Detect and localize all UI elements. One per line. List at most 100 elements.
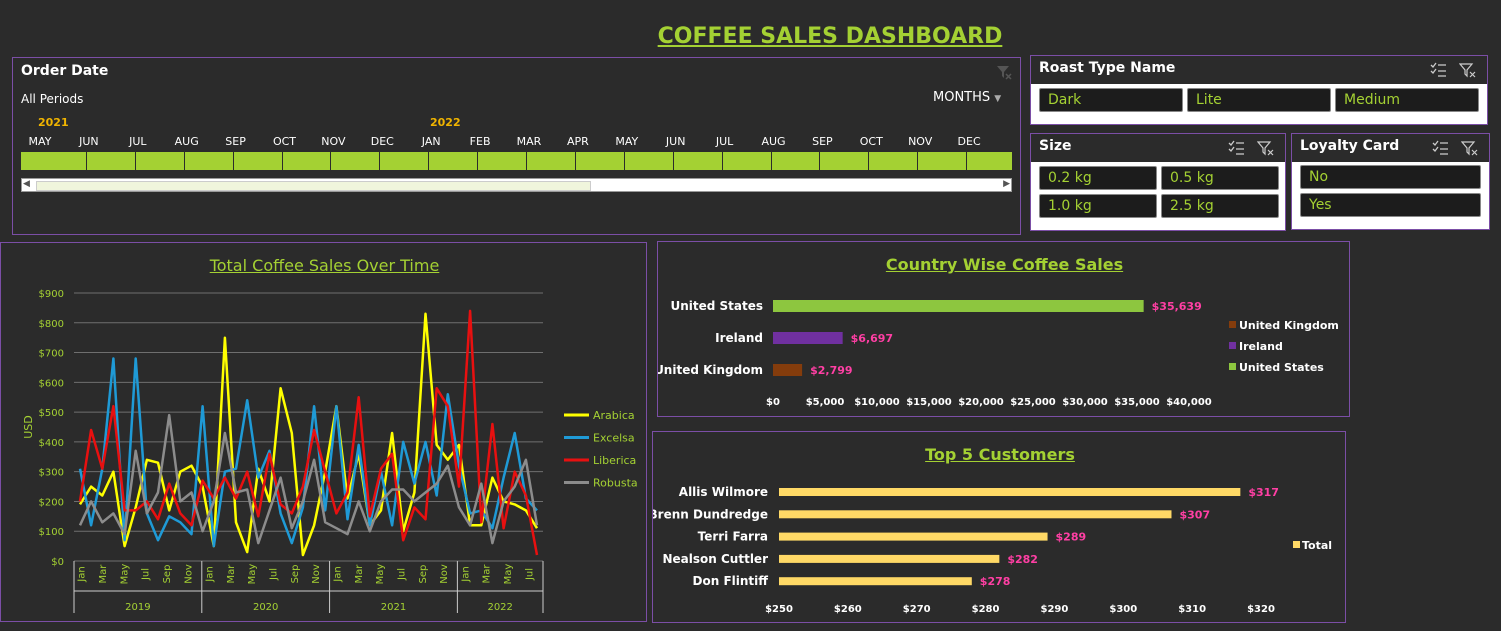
timeline-month-separator [917,152,919,170]
data-label: $2,799 [810,364,852,377]
timeline-month-separator [379,152,381,170]
scroll-left-icon[interactable]: ◀ [23,179,30,189]
bar [773,364,803,376]
x-year-label: 2019 [125,602,150,613]
x-tick-label: $250 [765,604,793,615]
legend-label: United States [1239,361,1324,374]
bar [779,554,1000,563]
bar [779,577,972,586]
x-year-label: 2020 [253,602,278,613]
timeline-month-separator [477,152,479,170]
category-label: Don Flintiff [693,574,769,588]
loyalty-card-slicer: Loyalty Card No Yes [1291,133,1490,230]
x-tick-label: $15,000 [906,397,952,408]
chevron-down-icon: ▼ [994,94,1002,104]
x-tick-label: $290 [1041,604,1069,615]
y-axis-label: USD [22,415,35,439]
timeline-month-label: JUN [79,135,99,148]
clear-filter-icon[interactable] [996,64,1012,80]
timeline-month-label: MAY [615,135,639,148]
series-line-robusta [78,413,539,545]
timeline-month-label: MAY [28,135,52,148]
x-tick-label: Nov [439,564,450,584]
y-tick-label: $100 [39,527,64,538]
timeline-month-separator [134,152,136,170]
legend-label: Liberica [593,454,636,467]
timeline-month-separator [232,152,234,170]
slicer-title: Loyalty Card [1300,138,1400,154]
x-tick-label: $5,000 [806,397,845,408]
category-label: Nealson Cuttler [663,552,769,566]
x-tick-label: $300 [1109,604,1137,615]
x-tick-label: Mar [354,564,365,584]
data-label: $35,639 [1152,300,1202,313]
timeline-month-label: SEP [812,135,833,148]
clear-filter-icon[interactable] [1257,140,1275,156]
timeline-month-separator [770,152,772,170]
timeline-scrollbar[interactable]: ◀ ▶ [21,178,1012,192]
category-label: United States [670,299,763,313]
legend-label: Arabica [593,409,635,422]
timeline-month-label: SEP [225,135,246,148]
x-tick-label: Mar [226,564,237,584]
x-tick-label: Jul [269,568,280,581]
timeline-month-separator [574,152,576,170]
timeline-month-label: OCT [272,135,297,148]
x-tick-label: Jul [396,568,407,581]
timeline-periods-label: All Periods [21,92,84,106]
x-tick-label: $260 [834,604,862,615]
scroll-right-icon[interactable]: ▶ [1003,179,1010,189]
x-tick-label: Nov [311,564,322,584]
y-tick-label: $200 [39,497,64,508]
x-tick-label: Mar [98,564,109,584]
x-tick-label: $270 [903,604,931,615]
legend-swatch [1229,342,1236,349]
slicer-item-dark[interactable]: Dark [1039,88,1183,112]
slicer-item-yes[interactable]: Yes [1300,193,1481,217]
slicer-item-0-2kg[interactable]: 0.2 kg [1039,166,1157,190]
slicer-body: 0.2 kg 0.5 kg 1.0 kg 2.5 kg [1031,162,1285,230]
slicer-item-1-0kg[interactable]: 1.0 kg [1039,194,1157,218]
timeline-month-label: AUG [761,135,786,148]
y-tick-label: $800 [39,319,64,330]
x-tick-label: $0 [766,397,780,408]
category-label: Brenn Dundredge [653,507,768,521]
y-tick-label: $900 [39,289,64,300]
timeline-month-separator [281,152,283,170]
category-label: Ireland [715,331,763,345]
slicer-item-no[interactable]: No [1300,165,1481,189]
multi-select-icon[interactable] [1227,140,1245,156]
size-slicer: Size 0.2 kg 0.5 kg 1.0 kg 2.5 kg [1030,133,1286,231]
bar [779,510,1172,519]
legend-label: Total [1302,539,1332,552]
x-tick-label: Nov [183,564,194,584]
timeline-month-separator [672,152,674,170]
x-tick-label: $20,000 [958,397,1004,408]
slicer-item-0-5kg[interactable]: 0.5 kg [1161,166,1279,190]
timeline-period-bar[interactable] [21,152,1012,170]
timeline-level-dropdown[interactable]: MONTHS ▼ [933,90,1001,105]
scrollbar-thumb[interactable] [36,181,591,191]
x-tick-label: Jan [77,566,88,582]
multi-select-icon[interactable] [1429,62,1447,78]
clear-filter-icon[interactable] [1461,140,1479,156]
order-date-timeline[interactable]: Order Date All Periods MONTHS ▼ 2021 202… [12,57,1021,235]
x-year-label: 2022 [487,602,512,613]
x-tick-label: $40,000 [1166,397,1212,408]
timeline-level-label: MONTHS [933,90,991,105]
x-tick-label: $280 [972,604,1000,615]
slicer-item-lite[interactable]: Lite [1187,88,1331,112]
legend-swatch [1293,541,1300,548]
category-label: United Kingdom [658,363,763,377]
clear-filter-icon[interactable] [1459,62,1477,78]
top-customers-panel: Top 5 Customers Allis Wilmore $317 Brenn D… [652,431,1346,623]
slicer-item-medium[interactable]: Medium [1335,88,1479,112]
slicer-item-2-5kg[interactable]: 2.5 kg [1161,194,1279,218]
y-tick-label: $0 [51,557,64,568]
x-tick-label: $35,000 [1114,397,1160,408]
x-year-label: 2021 [381,602,406,613]
multi-select-icon[interactable] [1431,140,1449,156]
data-label: $6,697 [851,332,893,345]
x-tick-label: $310 [1178,604,1206,615]
bar [779,488,1241,496]
